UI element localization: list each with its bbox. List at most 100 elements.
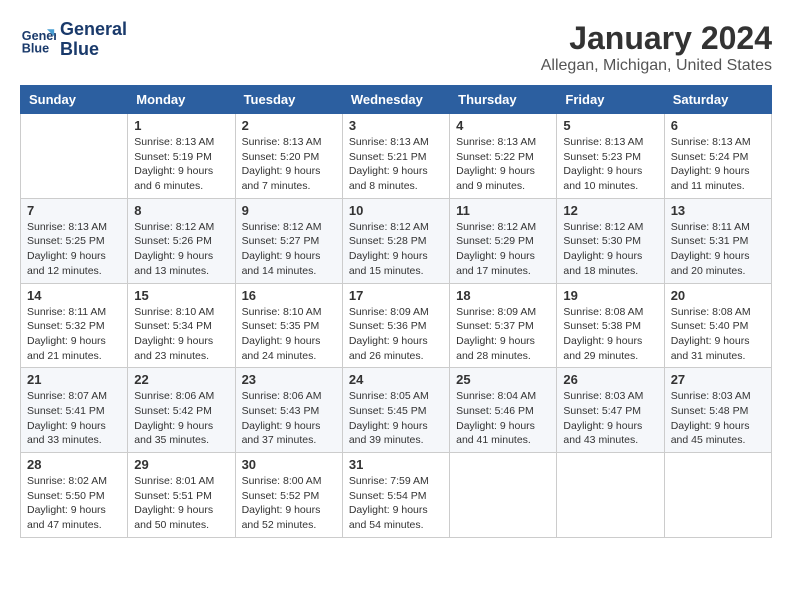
day-info: Sunrise: 8:13 AMSunset: 5:25 PMDaylight:… <box>27 220 121 279</box>
logo-text-line1: General <box>60 20 127 40</box>
calendar-cell <box>450 453 557 538</box>
week-row-5: 28 Sunrise: 8:02 AMSunset: 5:50 PMDayligh… <box>21 453 772 538</box>
svg-text:Blue: Blue <box>22 41 49 55</box>
day-info: Sunrise: 8:13 AMSunset: 5:19 PMDaylight:… <box>134 135 228 194</box>
page-header: General Blue General Blue January 2024 A… <box>20 20 772 75</box>
day-info: Sunrise: 8:12 AMSunset: 5:27 PMDaylight:… <box>242 220 336 279</box>
day-info: Sunrise: 7:59 AMSunset: 5:54 PMDaylight:… <box>349 474 443 533</box>
header-cell-thursday: Thursday <box>450 86 557 114</box>
day-number: 19 <box>563 288 657 303</box>
calendar-header: SundayMondayTuesdayWednesdayThursdayFrid… <box>21 86 772 114</box>
header-cell-monday: Monday <box>128 86 235 114</box>
header-row: SundayMondayTuesdayWednesdayThursdayFrid… <box>21 86 772 114</box>
day-info: Sunrise: 8:13 AMSunset: 5:21 PMDaylight:… <box>349 135 443 194</box>
header-cell-tuesday: Tuesday <box>235 86 342 114</box>
day-info: Sunrise: 8:02 AMSunset: 5:50 PMDaylight:… <box>27 474 121 533</box>
calendar-cell <box>664 453 771 538</box>
calendar-cell: 20 Sunrise: 8:08 AMSunset: 5:40 PMDayligh… <box>664 283 771 368</box>
calendar-cell: 19 Sunrise: 8:08 AMSunset: 5:38 PMDayligh… <box>557 283 664 368</box>
day-info: Sunrise: 8:13 AMSunset: 5:23 PMDaylight:… <box>563 135 657 194</box>
logo: General Blue General Blue <box>20 20 127 60</box>
calendar-cell <box>557 453 664 538</box>
day-info: Sunrise: 8:12 AMSunset: 5:30 PMDaylight:… <box>563 220 657 279</box>
calendar-cell: 10 Sunrise: 8:12 AMSunset: 5:28 PMDayligh… <box>342 198 449 283</box>
logo-icon: General Blue <box>20 22 56 58</box>
day-number: 7 <box>27 203 121 218</box>
day-info: Sunrise: 8:07 AMSunset: 5:41 PMDaylight:… <box>27 389 121 448</box>
calendar-cell: 5 Sunrise: 8:13 AMSunset: 5:23 PMDaylight… <box>557 114 664 199</box>
header-cell-friday: Friday <box>557 86 664 114</box>
calendar-cell: 27 Sunrise: 8:03 AMSunset: 5:48 PMDayligh… <box>664 368 771 453</box>
day-number: 28 <box>27 457 121 472</box>
calendar-cell: 7 Sunrise: 8:13 AMSunset: 5:25 PMDaylight… <box>21 198 128 283</box>
day-number: 25 <box>456 372 550 387</box>
day-number: 9 <box>242 203 336 218</box>
day-info: Sunrise: 8:13 AMSunset: 5:20 PMDaylight:… <box>242 135 336 194</box>
title-area: January 2024 Allegan, Michigan, United S… <box>541 20 772 75</box>
calendar-cell: 6 Sunrise: 8:13 AMSunset: 5:24 PMDaylight… <box>664 114 771 199</box>
day-number: 14 <box>27 288 121 303</box>
day-info: Sunrise: 8:00 AMSunset: 5:52 PMDaylight:… <box>242 474 336 533</box>
day-number: 21 <box>27 372 121 387</box>
day-number: 10 <box>349 203 443 218</box>
day-info: Sunrise: 8:10 AMSunset: 5:35 PMDaylight:… <box>242 305 336 364</box>
calendar-cell: 9 Sunrise: 8:12 AMSunset: 5:27 PMDaylight… <box>235 198 342 283</box>
day-number: 3 <box>349 118 443 133</box>
day-number: 2 <box>242 118 336 133</box>
day-number: 24 <box>349 372 443 387</box>
day-info: Sunrise: 8:08 AMSunset: 5:38 PMDaylight:… <box>563 305 657 364</box>
calendar-cell: 16Sunrise: 8:10 AMSunset: 5:35 PMDayligh… <box>235 283 342 368</box>
calendar-cell: 17Sunrise: 8:09 AMSunset: 5:36 PMDayligh… <box>342 283 449 368</box>
calendar-cell: 30Sunrise: 8:00 AMSunset: 5:52 PMDayligh… <box>235 453 342 538</box>
day-number: 11 <box>456 203 550 218</box>
day-number: 4 <box>456 118 550 133</box>
day-number: 13 <box>671 203 765 218</box>
day-number: 31 <box>349 457 443 472</box>
day-info: Sunrise: 8:06 AMSunset: 5:42 PMDaylight:… <box>134 389 228 448</box>
calendar-cell: 1 Sunrise: 8:13 AMSunset: 5:19 PMDaylight… <box>128 114 235 199</box>
day-info: Sunrise: 8:13 AMSunset: 5:22 PMDaylight:… <box>456 135 550 194</box>
day-number: 22 <box>134 372 228 387</box>
calendar-cell: 15 Sunrise: 8:10 AMSunset: 5:34 PMDayligh… <box>128 283 235 368</box>
day-info: Sunrise: 8:12 AMSunset: 5:26 PMDaylight:… <box>134 220 228 279</box>
header-cell-saturday: Saturday <box>664 86 771 114</box>
day-info: Sunrise: 8:10 AMSunset: 5:34 PMDaylight:… <box>134 305 228 364</box>
day-number: 23 <box>242 372 336 387</box>
week-row-2: 7 Sunrise: 8:13 AMSunset: 5:25 PMDaylight… <box>21 198 772 283</box>
day-info: Sunrise: 8:01 AMSunset: 5:51 PMDaylight:… <box>134 474 228 533</box>
day-number: 5 <box>563 118 657 133</box>
calendar-cell: 26 Sunrise: 8:03 AMSunset: 5:47 PMDayligh… <box>557 368 664 453</box>
day-info: Sunrise: 8:05 AMSunset: 5:45 PMDaylight:… <box>349 389 443 448</box>
day-info: Sunrise: 8:13 AMSunset: 5:24 PMDaylight:… <box>671 135 765 194</box>
header-cell-wednesday: Wednesday <box>342 86 449 114</box>
calendar-cell: 18Sunrise: 8:09 AMSunset: 5:37 PMDayligh… <box>450 283 557 368</box>
calendar-cell: 25 Sunrise: 8:04 AMSunset: 5:46 PMDayligh… <box>450 368 557 453</box>
day-number: 15 <box>134 288 228 303</box>
calendar-cell: 28 Sunrise: 8:02 AMSunset: 5:50 PMDayligh… <box>21 453 128 538</box>
day-info: Sunrise: 8:11 AMSunset: 5:32 PMDaylight:… <box>27 305 121 364</box>
day-number: 20 <box>671 288 765 303</box>
logo-text-line2: Blue <box>60 40 127 60</box>
day-info: Sunrise: 8:03 AMSunset: 5:48 PMDaylight:… <box>671 389 765 448</box>
calendar-cell: 4 Sunrise: 8:13 AMSunset: 5:22 PMDaylight… <box>450 114 557 199</box>
day-number: 12 <box>563 203 657 218</box>
day-number: 26 <box>563 372 657 387</box>
header-cell-sunday: Sunday <box>21 86 128 114</box>
day-info: Sunrise: 8:04 AMSunset: 5:46 PMDaylight:… <box>456 389 550 448</box>
day-info: Sunrise: 8:11 AMSunset: 5:31 PMDaylight:… <box>671 220 765 279</box>
calendar-table: SundayMondayTuesdayWednesdayThursdayFrid… <box>20 85 772 538</box>
calendar-cell: 3 Sunrise: 8:13 AMSunset: 5:21 PMDaylight… <box>342 114 449 199</box>
calendar-cell: 22 Sunrise: 8:06 AMSunset: 5:42 PMDayligh… <box>128 368 235 453</box>
day-number: 6 <box>671 118 765 133</box>
day-info: Sunrise: 8:12 AMSunset: 5:28 PMDaylight:… <box>349 220 443 279</box>
day-number: 27 <box>671 372 765 387</box>
calendar-cell: 14 Sunrise: 8:11 AMSunset: 5:32 PMDayligh… <box>21 283 128 368</box>
day-info: Sunrise: 8:08 AMSunset: 5:40 PMDaylight:… <box>671 305 765 364</box>
week-row-3: 14 Sunrise: 8:11 AMSunset: 5:32 PMDayligh… <box>21 283 772 368</box>
day-info: Sunrise: 8:03 AMSunset: 5:47 PMDaylight:… <box>563 389 657 448</box>
calendar-cell: 12 Sunrise: 8:12 AMSunset: 5:30 PMDayligh… <box>557 198 664 283</box>
day-info: Sunrise: 8:12 AMSunset: 5:29 PMDaylight:… <box>456 220 550 279</box>
calendar-body: 1 Sunrise: 8:13 AMSunset: 5:19 PMDaylight… <box>21 114 772 538</box>
day-number: 1 <box>134 118 228 133</box>
calendar-title: January 2024 <box>541 20 772 57</box>
